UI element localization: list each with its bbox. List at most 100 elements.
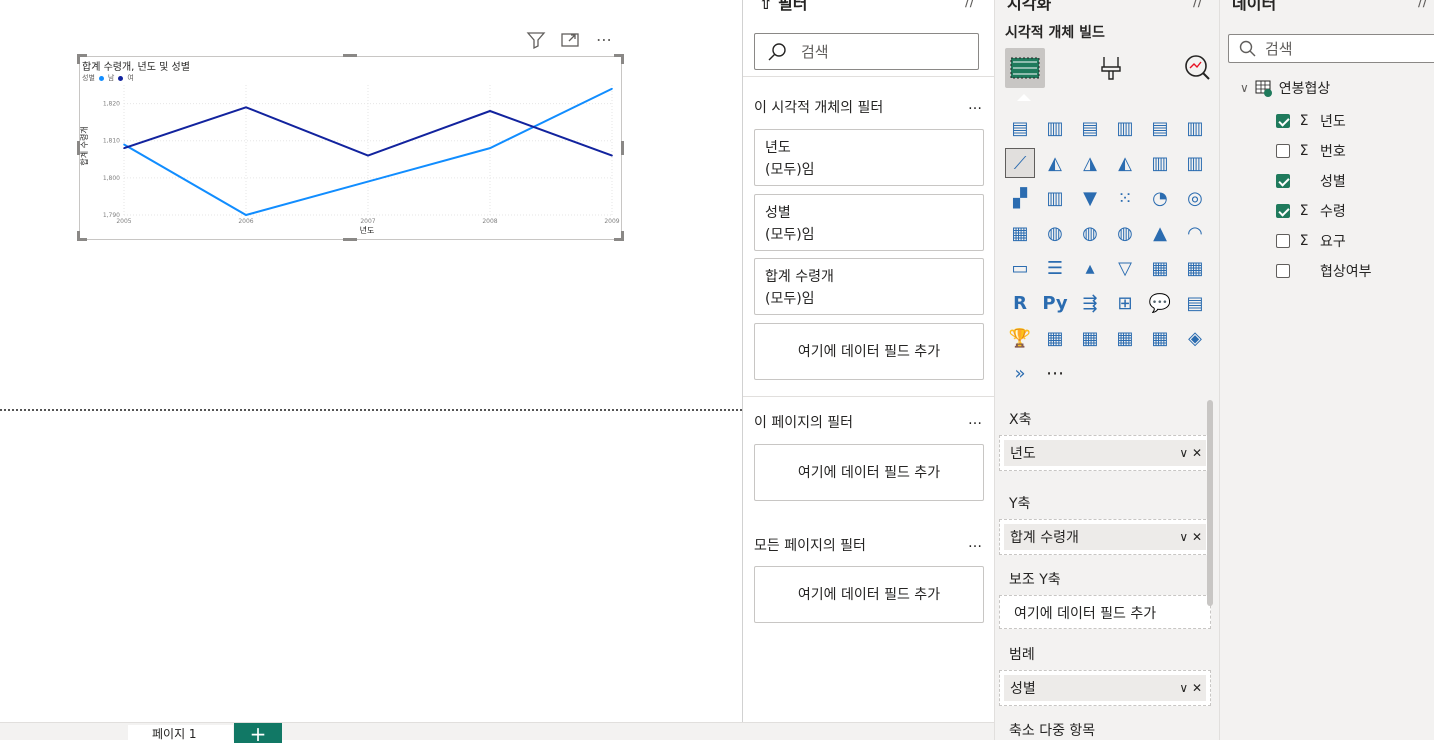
filter-card-year[interactable]: 년도 (모두)임 bbox=[754, 129, 984, 186]
100-stacked-column-chart-icon[interactable]: ▥ bbox=[1180, 113, 1210, 143]
power-apps-icon[interactable]: ▦ bbox=[1075, 323, 1105, 353]
donut-chart-icon[interactable]: ◎ bbox=[1180, 183, 1210, 213]
gauge-icon[interactable]: ◠ bbox=[1180, 218, 1210, 248]
build-visual-tab[interactable] bbox=[1005, 48, 1045, 88]
field-item[interactable]: Σ 년도 bbox=[1276, 111, 1346, 131]
kpi-icon[interactable]: ▴ bbox=[1075, 253, 1105, 283]
page-tab[interactable]: 페이지 1 bbox=[128, 725, 233, 743]
collapse-pane-icon[interactable]: // bbox=[965, 0, 974, 10]
y-axis-well[interactable]: 합계 수령개 ∨ ✕ bbox=[999, 519, 1211, 555]
filled-map-icon[interactable]: ◍ bbox=[1075, 218, 1105, 248]
y-axis-field[interactable]: 합계 수령개 ∨ ✕ bbox=[1004, 524, 1206, 550]
add-page-button[interactable]: + bbox=[234, 723, 282, 745]
multi-row-card-icon[interactable]: ☰ bbox=[1040, 253, 1070, 283]
chevron-icon[interactable]: » bbox=[1005, 358, 1035, 388]
clustered-column-chart-icon[interactable]: ▥ bbox=[1110, 113, 1140, 143]
table-node[interactable]: ∨ 연봉협상 bbox=[1240, 78, 1330, 98]
pie-chart-icon[interactable]: ◔ bbox=[1145, 183, 1175, 213]
chevron-down-icon[interactable]: ∨ bbox=[1240, 81, 1249, 95]
legend-field[interactable]: 성별 ∨ ✕ bbox=[1004, 675, 1206, 701]
resize-handle[interactable] bbox=[343, 238, 357, 241]
arcgis-map-icon[interactable]: ▦ bbox=[1145, 323, 1175, 353]
table-icon[interactable]: ▦ bbox=[1145, 253, 1175, 283]
stacked-column-chart-icon[interactable]: ▥ bbox=[1040, 113, 1070, 143]
resize-handle[interactable] bbox=[77, 231, 80, 241]
add-data-field-drop-zone[interactable]: 여기에 데이터 필드 추가 bbox=[754, 323, 984, 380]
data-search-input[interactable]: 검색 bbox=[1228, 34, 1434, 63]
slicer-icon[interactable]: ▽ bbox=[1110, 253, 1140, 283]
add-data-field-drop-zone[interactable]: 여기에 데이터 필드 추가 bbox=[754, 444, 984, 501]
resize-handle[interactable] bbox=[621, 231, 624, 241]
add-data-field-drop-zone[interactable]: 여기에 데이터 필드 추가 bbox=[754, 566, 984, 623]
line-clustered-column-chart-icon[interactable]: ▥ bbox=[1180, 148, 1210, 178]
field-checkbox[interactable] bbox=[1276, 174, 1290, 188]
field-checkbox[interactable] bbox=[1276, 114, 1290, 128]
area-chart-icon[interactable]: ◭ bbox=[1040, 148, 1070, 178]
resize-handle[interactable] bbox=[77, 141, 80, 155]
metrics-icon[interactable]: 🏆 bbox=[1005, 323, 1035, 353]
more-visuals-icon[interactable]: ⋯ bbox=[1040, 358, 1070, 388]
more-options-icon[interactable]: … bbox=[968, 97, 982, 117]
waterfall-chart-icon[interactable]: ▥ bbox=[1040, 183, 1070, 213]
filter-search-input[interactable]: 검색 bbox=[754, 33, 979, 70]
more-options-icon[interactable]: … bbox=[968, 412, 982, 432]
power-automate-icon[interactable]: ▦ bbox=[1110, 323, 1140, 353]
matrix-icon[interactable]: ▦ bbox=[1180, 253, 1210, 283]
qa-icon[interactable]: 💬 bbox=[1145, 288, 1175, 318]
smart-narrative-icon[interactable]: ▤ bbox=[1180, 288, 1210, 318]
focus-mode-icon[interactable] bbox=[560, 30, 580, 50]
clustered-bar-chart-icon[interactable]: ▤ bbox=[1075, 113, 1105, 143]
ribbon-chart-icon[interactable]: ▞ bbox=[1005, 183, 1035, 213]
field-checkbox[interactable] bbox=[1276, 144, 1290, 158]
x-axis-field[interactable]: 년도 ∨ ✕ bbox=[1004, 440, 1206, 466]
card-icon[interactable]: ▭ bbox=[1005, 253, 1035, 283]
stacked-bar-chart-icon[interactable]: ▤ bbox=[1005, 113, 1035, 143]
collapse-pane-icon[interactable]: // bbox=[1193, 0, 1202, 10]
secondary-y-axis-well[interactable]: 여기에 데이터 필드 추가 bbox=[999, 595, 1211, 629]
line-stacked-column-chart-icon[interactable]: ▥ bbox=[1145, 148, 1175, 178]
more-options-icon[interactable]: … bbox=[968, 535, 982, 555]
shape-map-icon[interactable]: ◍ bbox=[1110, 218, 1140, 248]
get-more-visuals-icon[interactable]: ◈ bbox=[1180, 323, 1210, 353]
field-item[interactable]: Σ 요구 bbox=[1276, 231, 1346, 251]
field-checkbox[interactable] bbox=[1276, 264, 1290, 278]
100-stacked-area-chart-icon[interactable]: ◭ bbox=[1110, 148, 1140, 178]
format-visual-tab[interactable] bbox=[1091, 48, 1131, 88]
scatter-chart-icon[interactable]: ⁙ bbox=[1110, 183, 1140, 213]
field-item[interactable]: Σ 수령 bbox=[1276, 201, 1346, 221]
legend-well[interactable]: 성별 ∨ ✕ bbox=[999, 670, 1211, 706]
map-icon[interactable]: ◍ bbox=[1040, 218, 1070, 248]
analytics-tab[interactable] bbox=[1177, 48, 1217, 88]
key-influencers-icon[interactable]: ⇶ bbox=[1075, 288, 1105, 318]
field-checkbox[interactable] bbox=[1276, 234, 1290, 248]
resize-handle[interactable] bbox=[77, 54, 80, 64]
line-chart-visual[interactable]: 합계 수령개, 년도 및 성별 성별 남 여 1,790 1,800 1,810 1,… bbox=[79, 56, 622, 240]
resize-handle[interactable] bbox=[343, 54, 357, 57]
funnel-chart-icon[interactable]: ▼ bbox=[1075, 183, 1105, 213]
more-options-icon[interactable]: ⋯ bbox=[594, 30, 614, 50]
resize-handle[interactable] bbox=[621, 141, 624, 155]
chevron-down-icon[interactable]: ∨ ✕ bbox=[1179, 530, 1202, 544]
filter-card-gender[interactable]: 성별 (모두)임 bbox=[754, 194, 984, 251]
line-chart-icon[interactable]: ⟋ bbox=[1005, 148, 1035, 178]
viz-pane-scrollbar[interactable] bbox=[1207, 400, 1213, 606]
resize-handle[interactable] bbox=[621, 54, 624, 64]
r-visual-icon[interactable]: R bbox=[1005, 288, 1035, 318]
filter-icon[interactable] bbox=[526, 30, 546, 50]
chevron-down-icon[interactable]: ∨ ✕ bbox=[1179, 681, 1202, 695]
field-checkbox[interactable] bbox=[1276, 204, 1290, 218]
filter-card-sum[interactable]: 합계 수령개 (모두)임 bbox=[754, 258, 984, 315]
stacked-area-chart-icon[interactable]: ◮ bbox=[1075, 148, 1105, 178]
field-item[interactable]: 협상여부 bbox=[1276, 261, 1372, 281]
x-axis-well[interactable]: 년도 ∨ ✕ bbox=[999, 435, 1211, 471]
field-item[interactable]: Σ 번호 bbox=[1276, 141, 1346, 161]
chevron-down-icon[interactable]: ∨ ✕ bbox=[1179, 446, 1202, 460]
python-visual-icon[interactable]: Py bbox=[1040, 288, 1070, 318]
decomposition-tree-icon[interactable]: ⊞ bbox=[1110, 288, 1140, 318]
azure-map-icon[interactable]: ▲ bbox=[1145, 218, 1175, 248]
collapse-pane-icon[interactable]: // bbox=[1418, 0, 1427, 10]
100-stacked-bar-chart-icon[interactable]: ▤ bbox=[1145, 113, 1175, 143]
field-item[interactable]: 성별 bbox=[1276, 171, 1346, 191]
paginated-report-icon[interactable]: ▦ bbox=[1040, 323, 1070, 353]
treemap-icon[interactable]: ▦ bbox=[1005, 218, 1035, 248]
